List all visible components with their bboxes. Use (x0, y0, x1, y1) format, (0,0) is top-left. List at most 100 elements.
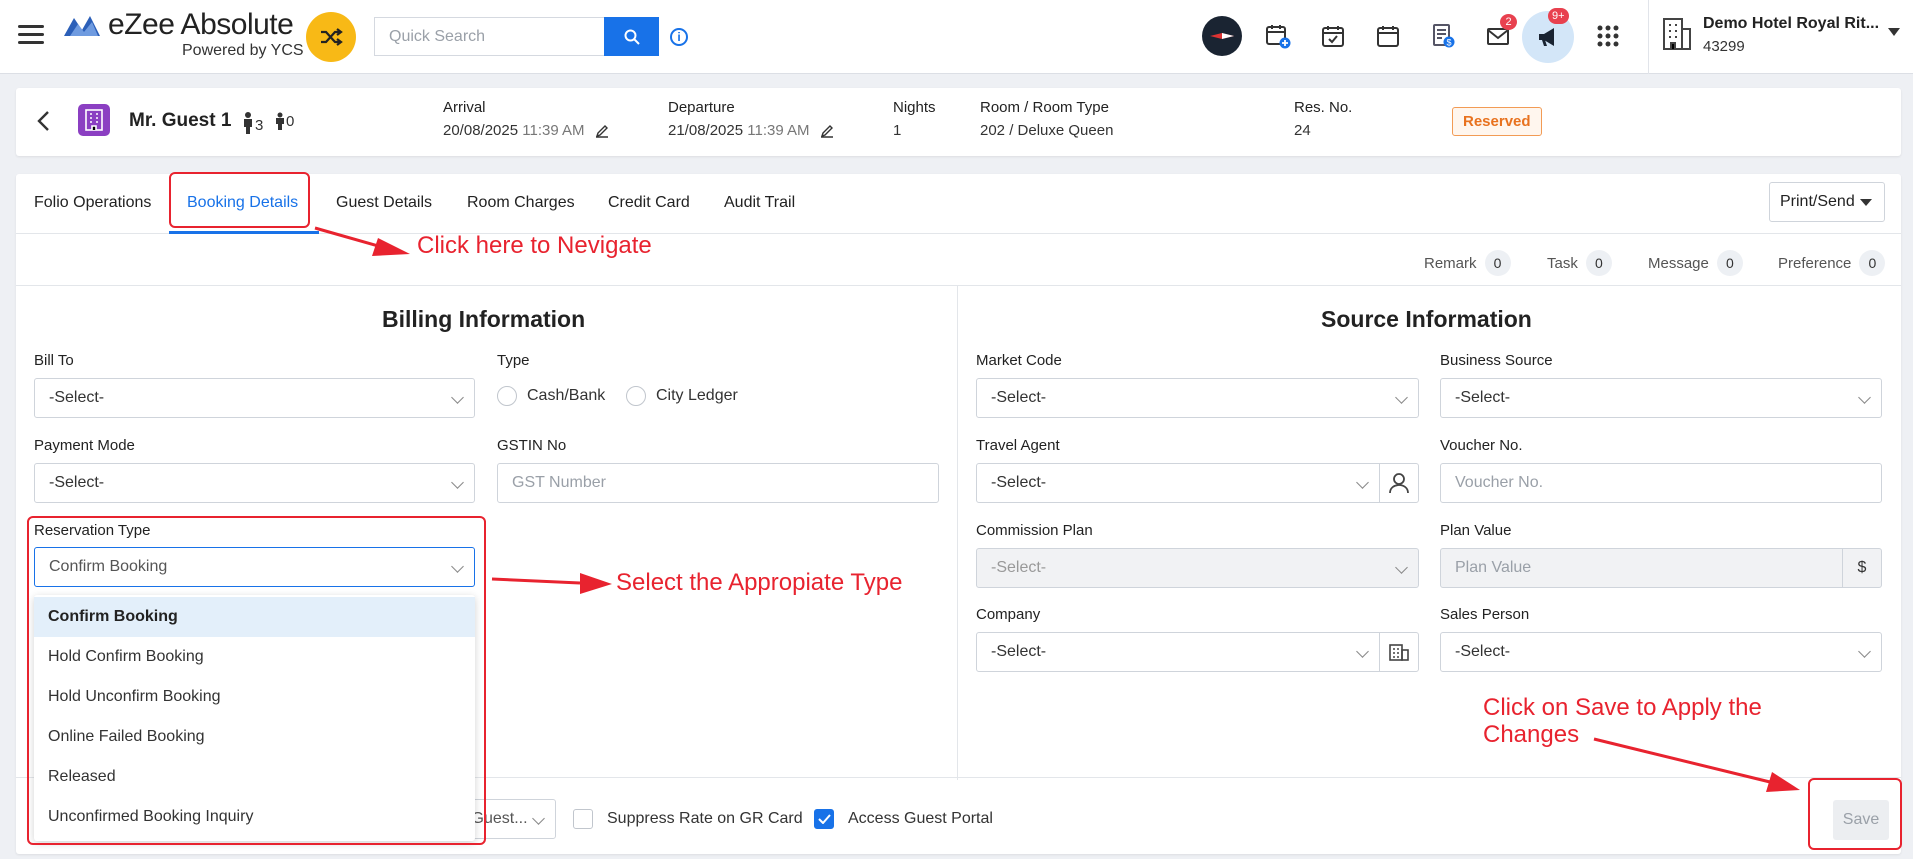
checkbox-checked[interactable] (814, 809, 834, 829)
chevron-down-icon (532, 812, 545, 825)
shuffle-icon (321, 28, 343, 46)
plan-value-label: Plan Value (1440, 522, 1512, 539)
app-title: eZee Absolute (108, 8, 294, 41)
edit-icon[interactable] (820, 124, 834, 138)
status-badge: Reserved (1452, 107, 1542, 136)
column-divider (957, 286, 958, 780)
search-button[interactable] (604, 17, 659, 56)
company-select[interactable]: -Select- (976, 632, 1380, 672)
chevron-down-icon (451, 391, 464, 404)
chevron-down-icon (1858, 645, 1871, 658)
chevron-down-icon (1395, 391, 1408, 404)
tab-room-charges[interactable]: Room Charges (467, 194, 575, 212)
type-city-ledger[interactable]: City Ledger (626, 386, 738, 406)
travel-agent-select[interactable]: -Select- (976, 463, 1380, 503)
departure-label: Departure (668, 99, 735, 116)
tab-audit-trail[interactable]: Audit Trail (724, 194, 795, 212)
edit-icon[interactable] (595, 124, 609, 138)
preference-count[interactable]: Preference 0 (1778, 250, 1886, 276)
caret-down-icon (1860, 199, 1872, 206)
hotel-id: 43299 (1703, 38, 1745, 55)
company-lookup-button[interactable] (1379, 632, 1419, 672)
chevron-down-icon (1356, 476, 1369, 489)
room-value: 202 / Deluxe Queen (980, 122, 1114, 139)
checkbox[interactable] (573, 809, 593, 829)
bill-to-label: Bill To (34, 352, 74, 369)
travel-agent-label: Travel Agent (976, 437, 1060, 454)
adult-icon (244, 112, 252, 134)
billing-title: Billing Information (382, 306, 586, 332)
chevron-down-icon (1395, 561, 1408, 574)
add-reservation-icon[interactable] (1262, 20, 1294, 52)
gstin-input[interactable] (497, 463, 939, 503)
arrival-value: 20/08/2025 11:39 AM (443, 122, 609, 139)
info-icon[interactable]: i (670, 28, 688, 46)
annotation-save-line2: Changes (1483, 721, 1580, 748)
suppress-rate-checkbox[interactable]: Suppress Rate on GR Card (573, 809, 803, 829)
guest-portal-checkbox[interactable]: Access Guest Portal (814, 809, 993, 829)
top-bar: eZee Absolute Powered by YCS i $ 2 9+ De… (0, 0, 1913, 74)
res-no-label: Res. No. (1294, 99, 1353, 116)
mail-badge: 2 (1500, 14, 1517, 30)
currency-addon: $ (1842, 548, 1882, 588)
sales-person-select[interactable]: -Select- (1440, 632, 1882, 672)
compass-icon[interactable] (1202, 16, 1242, 56)
annotation-select-type: Select the Appropiate Type (616, 569, 903, 596)
source-title: Source Information (1321, 306, 1532, 332)
radio-button[interactable] (497, 386, 517, 406)
menu-icon[interactable] (18, 25, 44, 45)
adults-count: 3 (241, 112, 263, 134)
hotel-name[interactable]: Demo Hotel Royal Rit... (1703, 15, 1879, 33)
voucher-input[interactable] (1440, 463, 1882, 503)
remark-count[interactable]: Remark 0 (1424, 250, 1511, 276)
print-send-button[interactable]: Print/Send (1769, 182, 1885, 222)
plan-value-input (1440, 548, 1843, 588)
annotation-highlight-reservation-type (27, 516, 486, 845)
room-building-icon (78, 104, 110, 136)
travel-agent-lookup-button[interactable] (1379, 463, 1419, 503)
nights-value: 1 (893, 122, 902, 139)
app-subtitle: Powered by YCS (182, 42, 304, 59)
arrival-label: Arrival (443, 99, 486, 116)
person-icon (1389, 473, 1409, 494)
message-count[interactable]: Message 0 (1648, 250, 1743, 276)
chevron-down-icon (451, 476, 464, 489)
company-label: Company (976, 606, 1041, 623)
annotation-navigate: Click here to Nevigate (417, 232, 652, 259)
reservation-header: Mr. Guest 1 3 0 Arrival 20/08/2025 11:39… (16, 88, 1901, 156)
child-icon (276, 112, 284, 130)
commission-plan-select: -Select- (976, 548, 1419, 588)
building-icon (1663, 18, 1691, 50)
type-cash-bank[interactable]: Cash/Bank (497, 386, 605, 406)
company-building-icon (1389, 644, 1409, 661)
type-label: Type (497, 352, 530, 369)
task-count[interactable]: Task 0 (1547, 250, 1612, 276)
room-label: Room / Room Type (980, 99, 1109, 116)
tab-credit-card[interactable]: Credit Card (608, 194, 690, 212)
bill-to-select[interactable]: -Select- (34, 378, 475, 418)
radio-button[interactable] (626, 386, 646, 406)
invoice-icon[interactable]: $ (1427, 20, 1459, 52)
tab-guest-details[interactable]: Guest Details (336, 194, 432, 212)
logo-icon (64, 16, 100, 36)
svg-text:$: $ (1446, 38, 1451, 48)
megaphone-icon (1539, 28, 1554, 46)
apps-grid-icon[interactable] (1592, 20, 1624, 52)
chevron-down-icon (1858, 391, 1871, 404)
payment-mode-label: Payment Mode (34, 437, 135, 454)
quick-search-input[interactable] (374, 17, 604, 56)
back-arrow-icon[interactable] (36, 110, 50, 132)
market-code-label: Market Code (976, 352, 1062, 369)
annotation-highlight-save (1808, 778, 1902, 850)
market-code-select[interactable]: -Select- (976, 378, 1419, 418)
business-source-select[interactable]: -Select- (1440, 378, 1882, 418)
caret-down-icon[interactable] (1888, 28, 1900, 36)
business-source-label: Business Source (1440, 352, 1553, 369)
tab-folio-operations[interactable]: Folio Operations (34, 194, 151, 212)
payment-mode-select[interactable]: -Select- (34, 463, 475, 503)
shuffle-button[interactable] (306, 12, 356, 62)
res-no-value: 24 (1294, 122, 1311, 139)
calendar-check-icon[interactable] (1317, 20, 1349, 52)
voucher-label: Voucher No. (1440, 437, 1523, 454)
calendar-icon[interactable] (1372, 20, 1404, 52)
